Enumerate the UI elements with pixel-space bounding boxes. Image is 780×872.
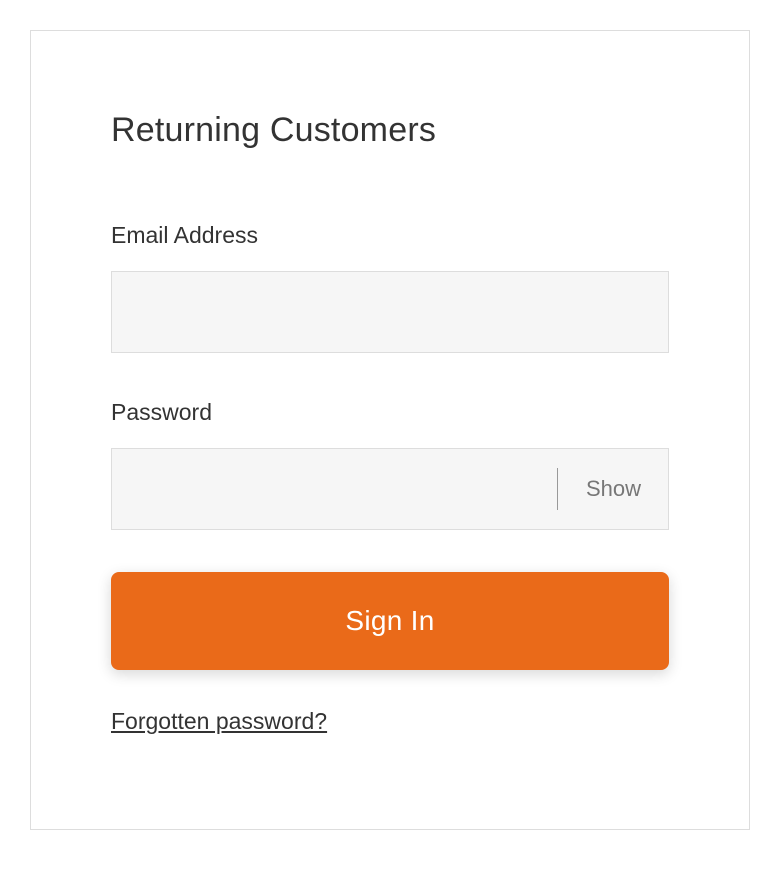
login-panel: Returning Customers Email Address Passwo… xyxy=(30,30,750,830)
password-field-group: Password Show xyxy=(111,399,669,530)
email-label: Email Address xyxy=(111,222,669,249)
email-input[interactable] xyxy=(111,271,669,353)
password-input-wrapper: Show xyxy=(111,448,669,530)
signin-button[interactable]: Sign In xyxy=(111,572,669,670)
forgotten-password-link[interactable]: Forgotten password? xyxy=(111,708,327,734)
email-field-group: Email Address xyxy=(111,222,669,353)
panel-heading: Returning Customers xyxy=(111,111,669,150)
show-password-button[interactable]: Show xyxy=(557,468,669,510)
password-label: Password xyxy=(111,399,669,426)
